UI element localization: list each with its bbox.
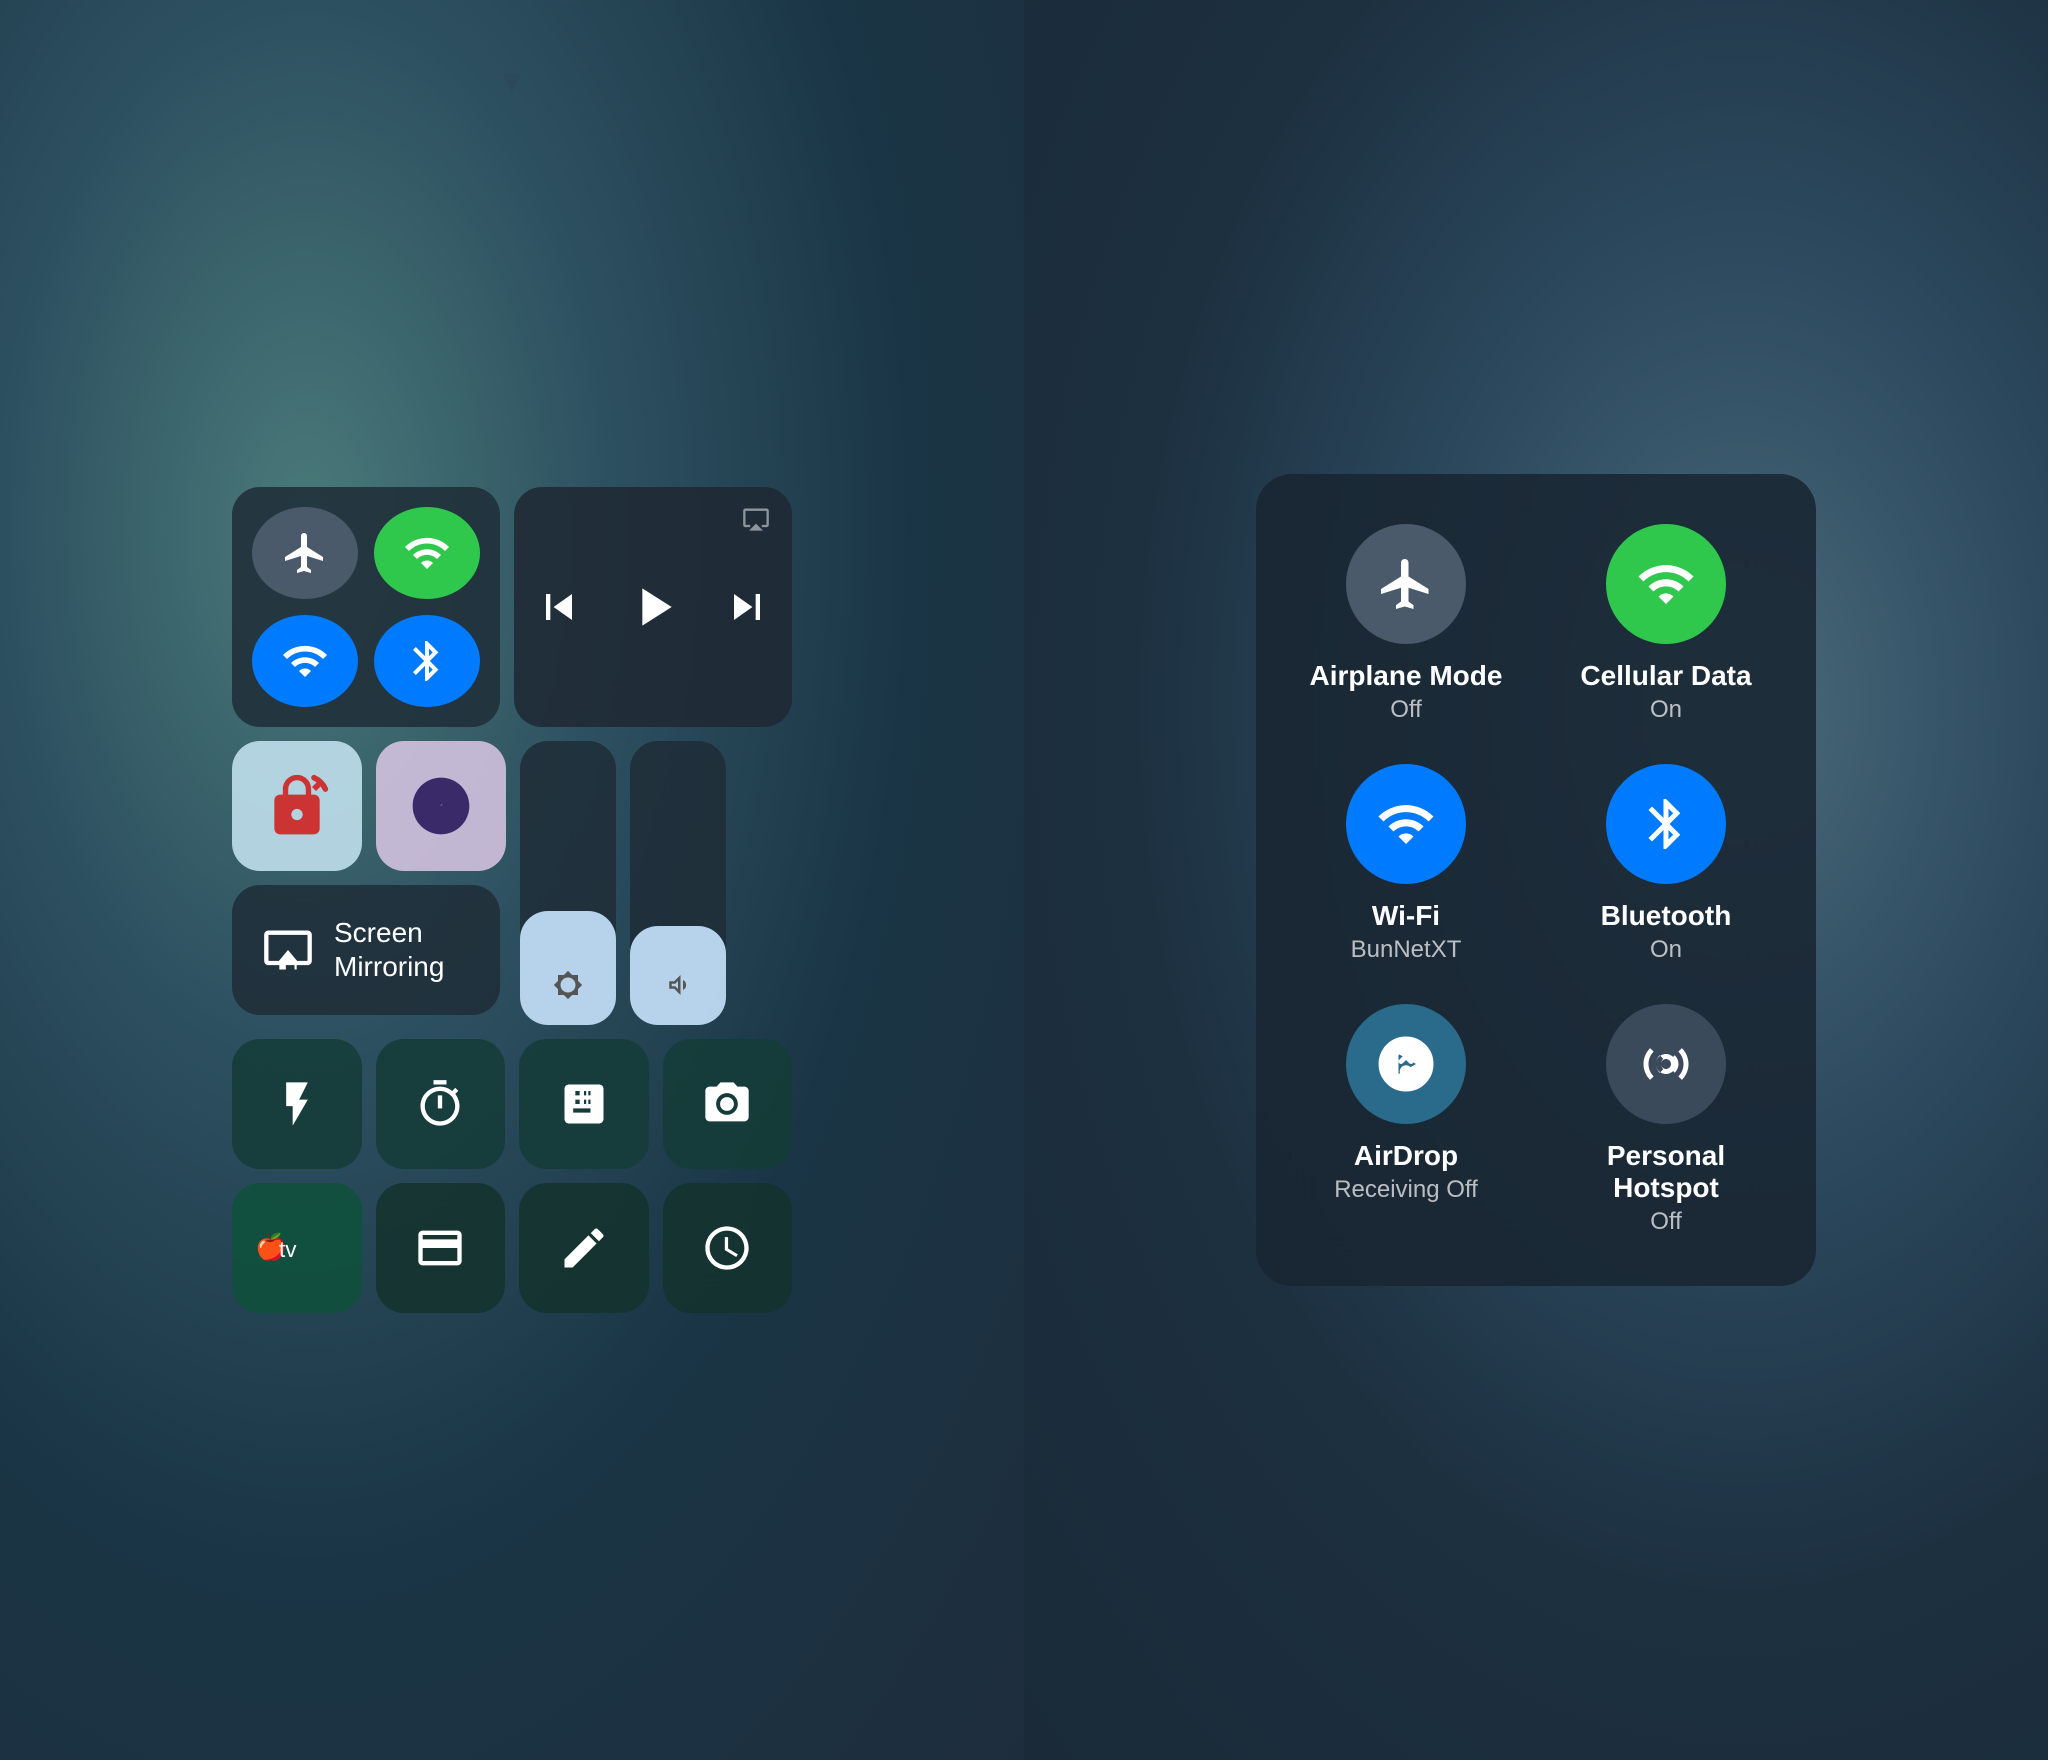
sliders-area [520, 741, 726, 1025]
screen-mirroring-label: Screen Mirroring [334, 916, 470, 983]
bluetooth-label: Bluetooth On [1601, 900, 1732, 964]
chevron-icon: ▾ [503, 60, 521, 102]
cellular-data-item[interactable]: Cellular Data On [1566, 524, 1766, 724]
bottom-row-2: 🍎 tv [232, 1183, 792, 1313]
personal-hotspot-label: Personal Hotspot Off [1566, 1140, 1766, 1236]
bluetooth-item[interactable]: Bluetooth On [1566, 764, 1766, 964]
wifi-button-small[interactable] [252, 615, 358, 707]
wifi-item[interactable]: Wi-Fi BunNetXT [1306, 764, 1506, 964]
airdrop-item[interactable]: AirDrop Receiving Off [1306, 1004, 1506, 1236]
connectivity-expanded-panel: Airplane Mode Off Cellular Data On Wi-Fi… [1256, 474, 1816, 1286]
wallet-button[interactable] [376, 1183, 506, 1313]
lock-rotation-button[interactable] [232, 741, 362, 871]
left-panel: ▾ [0, 0, 1024, 1760]
media-tile [514, 487, 792, 727]
brightness-slider[interactable] [520, 741, 616, 1025]
airplay-icon [742, 505, 770, 539]
connectivity-tile [232, 487, 500, 727]
volume-slider[interactable] [630, 741, 726, 1025]
airplane-mode-label: Airplane Mode Off [1310, 660, 1503, 724]
bottom-row-1 [232, 1039, 792, 1169]
calculator-button[interactable] [519, 1039, 649, 1169]
fast-forward-button[interactable] [721, 581, 773, 633]
personal-hotspot-circle [1606, 1004, 1726, 1124]
clock-button[interactable] [663, 1183, 793, 1313]
screen-mirroring-button[interactable]: Screen Mirroring [232, 885, 500, 1015]
play-button[interactable] [621, 575, 685, 639]
camera-button[interactable] [663, 1039, 793, 1169]
do-not-disturb-button[interactable] [376, 741, 506, 871]
airplane-mode-item[interactable]: Airplane Mode Off [1306, 524, 1506, 724]
cellular-data-label: Cellular Data On [1580, 660, 1751, 724]
rewind-button[interactable] [533, 581, 585, 633]
control-center: Screen Mirroring [232, 487, 792, 1313]
cellular-data-button[interactable] [374, 507, 480, 599]
top-row [232, 487, 792, 727]
right-panel: Airplane Mode Off Cellular Data On Wi-Fi… [1024, 0, 2048, 1760]
row2-left: Screen Mirroring [232, 741, 506, 1025]
airdrop-label: AirDrop Receiving Off [1334, 1140, 1478, 1204]
bluetooth-button-small[interactable] [374, 615, 480, 707]
wifi-circle [1346, 764, 1466, 884]
cellular-data-circle [1606, 524, 1726, 644]
media-controls [533, 575, 773, 639]
bluetooth-circle [1606, 764, 1726, 884]
wifi-label: Wi-Fi BunNetXT [1351, 900, 1462, 964]
airdrop-circle [1346, 1004, 1466, 1124]
personal-hotspot-item[interactable]: Personal Hotspot Off [1566, 1004, 1766, 1236]
airplane-mode-circle [1346, 524, 1466, 644]
airplane-mode-button[interactable] [252, 507, 358, 599]
row2-icons [232, 741, 506, 871]
notes-button[interactable] [519, 1183, 649, 1313]
second-row: Screen Mirroring [232, 741, 792, 1025]
svg-text:tv: tv [279, 1237, 297, 1262]
volume-icon [663, 970, 693, 1007]
flashlight-button[interactable] [232, 1039, 362, 1169]
brightness-icon [553, 970, 583, 1007]
timer-button[interactable] [376, 1039, 506, 1169]
apple-tv-button[interactable]: 🍎 tv [232, 1183, 362, 1313]
